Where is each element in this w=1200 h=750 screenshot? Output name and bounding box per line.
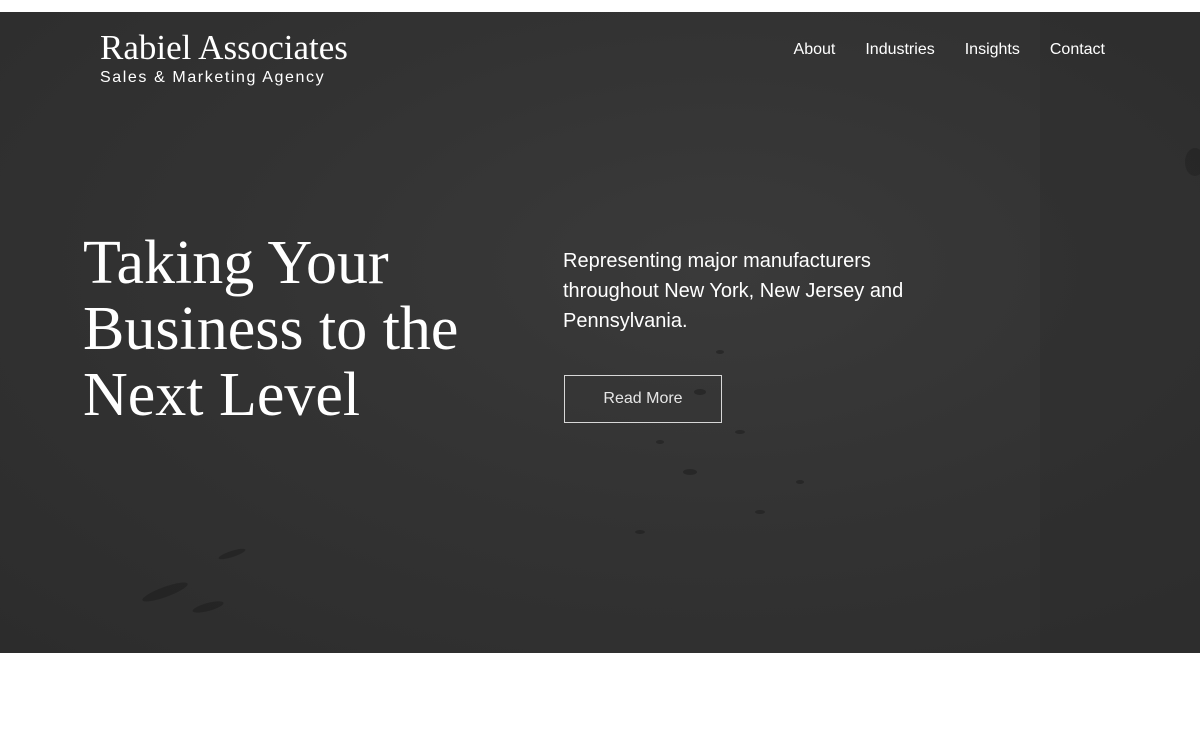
- nav-item-insights[interactable]: Insights: [965, 40, 1020, 60]
- nav-item-about[interactable]: About: [794, 40, 836, 60]
- brand-logo[interactable]: Rabiel Associates Sales & Marketing Agen…: [100, 28, 348, 88]
- hero-headline: Taking Your Business to the Next Level: [83, 229, 459, 429]
- brand-tagline: Sales & Marketing Agency: [100, 69, 326, 86]
- brand-name[interactable]: Rabiel Associates: [100, 28, 348, 68]
- hero-intro-text: Representing major manufacturers through…: [563, 250, 904, 332]
- main-nav: About Industries Insights Contact: [794, 40, 1105, 60]
- hero-section: Rabiel Associates Sales & Marketing Agen…: [0, 12, 1200, 653]
- nav-item-contact[interactable]: Contact: [1050, 40, 1105, 60]
- read-more-button[interactable]: Read More: [564, 375, 722, 423]
- nav-item-industries[interactable]: Industries: [865, 40, 934, 60]
